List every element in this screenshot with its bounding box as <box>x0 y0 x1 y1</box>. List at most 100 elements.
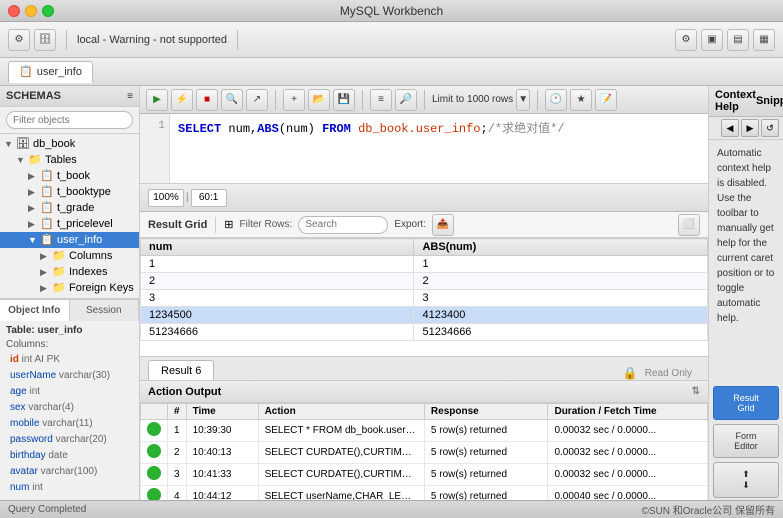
action-num-2: 3 <box>168 464 187 486</box>
admin-btn[interactable]: ⚙ <box>8 29 30 51</box>
status-right: ©SUN 和Oracle公司 保留所有 <box>642 502 776 517</box>
table-row[interactable]: 5123466651234666 <box>141 324 708 341</box>
sidebar-collapse-btn[interactable]: ≡ <box>127 91 133 102</box>
columns-subtitle: Columns: <box>6 339 133 350</box>
execute-current-btn[interactable]: ⚡ <box>171 89 193 111</box>
result-grid-label: Result Grid <box>148 219 207 231</box>
status-left: Query Completed <box>8 504 86 515</box>
t-booktype-label: t_booktype <box>57 186 111 198</box>
table-row[interactable]: 12345004123400 <box>141 307 708 324</box>
db-icon: 🗄 <box>16 137 30 151</box>
table-row[interactable]: 22 <box>141 273 708 290</box>
new-tab-btn[interactable]: + <box>283 89 305 111</box>
bookmark-btn[interactable]: ★ <box>570 89 592 111</box>
col-header-num: num <box>141 239 414 256</box>
ctx-forward-btn[interactable]: ▶ <box>741 119 759 137</box>
export-btn[interactable]: 📤 <box>432 214 454 236</box>
zoom-percent[interactable] <box>148 189 184 207</box>
settings-btn[interactable]: ⚙ <box>675 29 697 51</box>
execute-btn[interactable]: ▶ <box>146 89 168 111</box>
t-grade-icon: 📋 <box>40 201 54 215</box>
tab-icon: 📋 <box>19 65 33 78</box>
snippets-label: Snippets <box>756 95 783 107</box>
statusbar: Query Completed ©SUN 和Oracle公司 保留所有 <box>0 500 783 518</box>
app-title: MySQL Workbench <box>340 4 443 18</box>
action-duration-3: 0.00040 sec / 0.0000... <box>548 486 708 501</box>
indexes-icon: 📁 <box>52 265 66 279</box>
result-tab-6[interactable]: Result 6 <box>148 360 214 380</box>
snippet-btn[interactable]: 📝 <box>595 89 617 111</box>
schemas-btn[interactable]: 🗄 <box>34 29 56 51</box>
save-btn[interactable]: 💾 <box>333 89 355 111</box>
action-time-0: 10:39:30 <box>186 420 258 442</box>
tree-item-t-grade[interactable]: ▶ 📋 t_grade <box>0 200 139 216</box>
maximize-button[interactable] <box>42 5 54 17</box>
zoom-ratio[interactable] <box>191 189 227 207</box>
titlebar: MySQL Workbench <box>0 0 783 22</box>
tree-item-t-pricelevel[interactable]: ▶ 📋 t_pricelevel <box>0 216 139 232</box>
table-row[interactable]: 33 <box>141 290 708 307</box>
layout-btn1[interactable]: ▣ <box>701 29 723 51</box>
tree-item-t-book[interactable]: ▶ 📋 t_book <box>0 168 139 184</box>
tab-label: user_info <box>37 66 82 78</box>
ctx-back-btn[interactable]: ◀ <box>721 119 739 137</box>
tree-item-columns[interactable]: ▶ 📁 Columns <box>0 248 139 264</box>
tab-user-info[interactable]: 📋 user_info <box>8 61 93 83</box>
column-id: id int AI PK <box>10 352 133 368</box>
expand-btn[interactable]: ⬆⬇ <box>713 462 779 498</box>
column-age: age int <box>10 384 133 400</box>
limit-dropdown[interactable]: ▼ <box>516 89 530 111</box>
filter-input[interactable] <box>6 111 133 129</box>
action-status-0 <box>141 420 168 442</box>
search-input[interactable] <box>298 216 388 234</box>
stop-btn[interactable]: ■ <box>196 89 218 111</box>
table-row[interactable]: 11 <box>141 256 708 273</box>
close-button[interactable] <box>8 5 20 17</box>
action-response-1: 5 row(s) returned <box>424 442 548 464</box>
action-duration-2: 0.00032 sec / 0.0000... <box>548 464 708 486</box>
sidebar-tree: ▼ 🗄 db_book ▼ 📁 Tables ▶ 📋 t_book ▶ 📋 t_… <box>0 134 139 298</box>
form-editor-side-btn[interactable]: FormEditor <box>713 424 779 458</box>
export-label: Export: <box>394 219 426 230</box>
sql-gutter: 1 <box>140 114 170 183</box>
sep3 <box>275 90 276 110</box>
result-toolbar: Result Grid ⊞ Filter Rows: Export: 📤 ⬜ <box>140 212 708 238</box>
result-table: num ABS(num) 112233123450041234005123466… <box>140 238 708 341</box>
tree-item-foreign-keys[interactable]: ▶ 📁 Foreign Keys <box>0 280 139 296</box>
find-btn[interactable]: 🔎 <box>395 89 417 111</box>
right-panel: Context Help Snippets ◀ ▶ ↺ Automatic co… <box>708 86 783 500</box>
object-info-panel: Table: user_info Columns: id int AI PK u… <box>0 321 139 500</box>
open-file-btn[interactable]: 📂 <box>308 89 330 111</box>
arrow-t-grade: ▶ <box>28 203 40 214</box>
tree-item-indexes[interactable]: ▶ 📁 Indexes <box>0 264 139 280</box>
tree-item-user-info[interactable]: ▼ 📋 user_info <box>0 232 139 248</box>
result-sep1 <box>215 217 216 233</box>
column-num: num int <box>10 480 133 496</box>
history-btn[interactable]: 🕐 <box>545 89 567 111</box>
layout-btn2[interactable]: ▤ <box>727 29 749 51</box>
cell-2-1: 3 <box>414 290 708 307</box>
tree-item-tables[interactable]: ▼ 📁 Tables <box>0 152 139 168</box>
cursor-btn[interactable]: ↗ <box>246 89 268 111</box>
layout-btn3[interactable]: ▦ <box>753 29 775 51</box>
sep6 <box>537 90 538 110</box>
tree-item-db-book[interactable]: ▼ 🗄 db_book <box>0 136 139 152</box>
action-row: 410:44:12SELECT userName,CHAR_LENGTH(us.… <box>141 486 708 501</box>
format-btn[interactable]: ≡ <box>370 89 392 111</box>
result-grid-side-btn[interactable]: ResultGrid <box>713 386 779 420</box>
sql-content[interactable]: SELECT num,ABS(num) FROM db_book.user_in… <box>170 114 708 183</box>
cell-3-0: 1234500 <box>141 307 414 324</box>
main-toolbar: ⚙ 🗄 local - Warning - not supported ⚙ ▣ … <box>0 22 783 58</box>
minimize-button[interactable] <box>25 5 37 17</box>
tree-item-t-booktype[interactable]: ▶ 📋 t_booktype <box>0 184 139 200</box>
sidebar-tab-object-info[interactable]: Object Info <box>0 300 70 321</box>
explain-btn[interactable]: 🔍 <box>221 89 243 111</box>
sidebar-tab-session[interactable]: Session <box>70 300 140 321</box>
cell-0-1: 1 <box>414 256 708 273</box>
ctx-refresh-btn[interactable]: ↺ <box>761 119 779 137</box>
action-output-title: Action Output <box>148 386 221 398</box>
column-username: userName varchar(30) <box>10 368 133 384</box>
wrap-cell-btn[interactable]: ⬜ <box>678 214 700 236</box>
column-sex: sex varchar(4) <box>10 400 133 416</box>
indexes-label: Indexes <box>69 266 108 278</box>
